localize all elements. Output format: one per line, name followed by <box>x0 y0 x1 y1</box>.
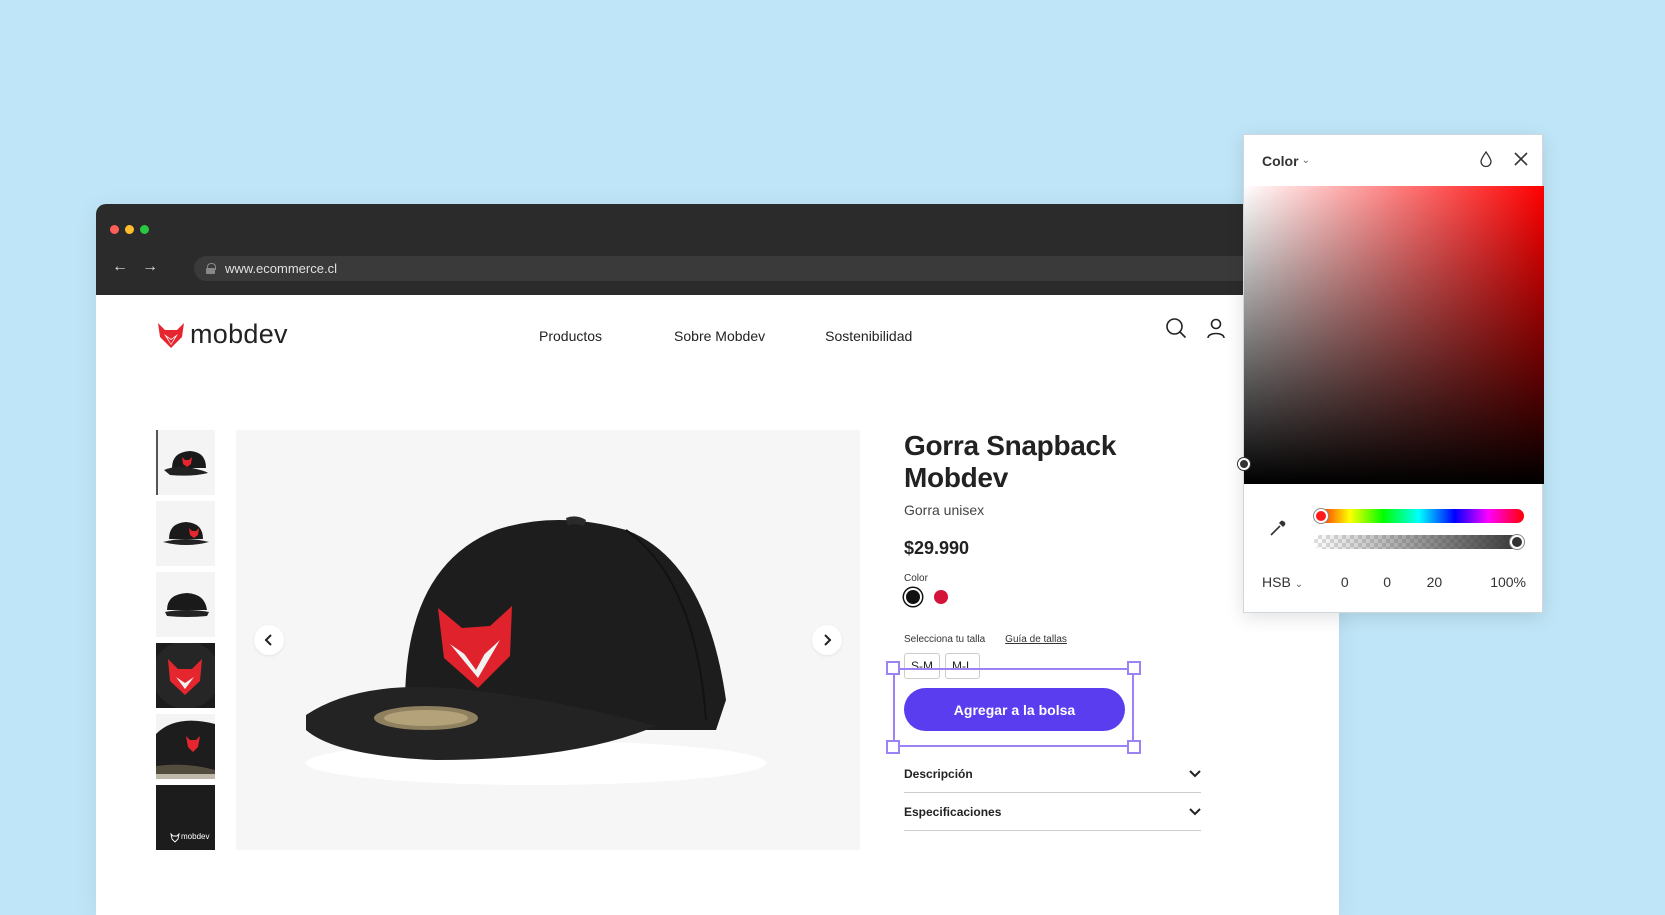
cap-product-image <box>306 516 766 785</box>
resize-handle-top-right[interactable] <box>1127 661 1141 675</box>
chevron-down-icon <box>1189 807 1201 815</box>
main-nav: Productos Sobre Mobdev Sostenibilidad <box>539 328 912 344</box>
color-swatches <box>904 590 1224 604</box>
saturation-brightness-area[interactable] <box>1238 186 1544 484</box>
product-subtitle: Gorra unisex <box>904 502 985 518</box>
brightness-value[interactable]: 20 <box>1412 574 1457 590</box>
hue-value[interactable]: 0 <box>1327 574 1362 590</box>
chevron-down-icon <box>1189 769 1201 777</box>
resize-handle-top-left[interactable] <box>886 661 900 675</box>
resize-handle-bottom-right[interactable] <box>1127 740 1141 754</box>
search-icon[interactable] <box>1165 317 1187 339</box>
color-mode-select[interactable]: HSB ⌄ <box>1262 574 1327 590</box>
accordion-descripcion[interactable]: Descripción <box>904 755 1201 793</box>
thumbnail-1[interactable] <box>156 430 215 495</box>
size-label: Selecciona tu talla <box>904 634 986 645</box>
chevron-down-icon[interactable]: ⌄ <box>1302 155 1310 166</box>
thumbnail-5[interactable] <box>156 714 215 779</box>
swatch-red[interactable] <box>934 590 948 604</box>
chevron-down-icon: ⌄ <box>1294 579 1304 590</box>
color-picker-panel: Color ⌄ HSB ⌄ 0 0 20 100% <box>1238 134 1544 613</box>
window-controls <box>110 225 149 234</box>
close-window-dot[interactable] <box>110 225 119 234</box>
close-icon[interactable] <box>1514 152 1528 166</box>
size-row: Selecciona tu talla Guía de tallas <box>904 634 1224 645</box>
thumbnail-list: mobdev <box>156 430 215 850</box>
fox-mini-icon <box>170 833 180 843</box>
picker-values: HSB ⌄ 0 0 20 100% <box>1262 574 1526 590</box>
cap-closeup-icon <box>156 643 215 708</box>
opacity-knob[interactable] <box>1510 535 1524 549</box>
cap-side-icon <box>156 720 215 779</box>
chevron-right-icon <box>824 634 832 646</box>
cap-thumbnail-icon <box>164 592 209 617</box>
nav-item-sostenibilidad[interactable]: Sostenibilidad <box>825 328 912 344</box>
chevron-left-icon <box>264 634 272 646</box>
accordion-label: Descripción <box>904 766 973 781</box>
thumbnail-logo-text: mobdev <box>181 832 210 841</box>
forward-arrow-icon[interactable]: → <box>142 258 158 276</box>
thumbnail-4[interactable] <box>156 643 215 708</box>
resize-handle-bottom-left[interactable] <box>886 740 900 754</box>
thumbnail-3[interactable] <box>156 572 215 637</box>
product-price: $29.990 <box>904 538 970 558</box>
accordion-label: Especificaciones <box>904 804 1002 819</box>
picker-header-icons <box>1480 151 1528 167</box>
browser-nav: ← → <box>112 258 158 276</box>
picker-title[interactable]: Color <box>1262 153 1299 169</box>
drop-icon[interactable] <box>1480 151 1492 167</box>
header-icons <box>1165 317 1227 339</box>
next-image-button[interactable] <box>812 625 842 655</box>
product-info: Gorra Snapback Mobdev Gorra unisex $29.9… <box>904 430 1224 679</box>
user-icon[interactable] <box>1205 317 1227 339</box>
picker-header: Color ⌄ <box>1244 135 1542 186</box>
hue-slider[interactable] <box>1314 509 1524 523</box>
size-guide-link[interactable]: Guía de tallas <box>1005 634 1067 645</box>
nav-item-sobre-mobdev[interactable]: Sobre Mobdev <box>674 328 765 344</box>
lock-icon <box>206 263 216 274</box>
opacity-value[interactable]: 100% <box>1457 574 1526 590</box>
cap-thumbnail-icon <box>163 450 208 476</box>
url-text: www.ecommerce.cl <box>225 261 337 276</box>
saturation-value[interactable]: 0 <box>1362 574 1411 590</box>
eyedropper-icon[interactable] <box>1268 518 1288 538</box>
color-mode-label: HSB <box>1262 574 1291 590</box>
cap-thumbnail-icon <box>162 521 209 545</box>
maximize-window-dot[interactable] <box>140 225 149 234</box>
thumbnail-6[interactable]: mobdev <box>156 785 215 850</box>
minimize-window-dot[interactable] <box>125 225 134 234</box>
fox-logo-icon <box>158 322 184 348</box>
site-header: mobdev Productos Sobre Mobdev Sostenibil… <box>96 295 1339 375</box>
accordion-especificaciones[interactable]: Especificaciones <box>904 793 1201 831</box>
nav-item-productos[interactable]: Productos <box>539 328 602 344</box>
opacity-slider[interactable] <box>1314 535 1524 549</box>
back-arrow-icon[interactable]: ← <box>112 258 128 276</box>
thumbnail-2[interactable] <box>156 501 215 566</box>
logo[interactable]: mobdev <box>156 319 288 350</box>
main-product-image <box>236 430 860 850</box>
swatch-black[interactable] <box>906 590 920 604</box>
address-bar[interactable]: www.ecommerce.cl <box>194 256 1329 281</box>
logo-text: mobdev <box>190 319 288 349</box>
hue-knob[interactable] <box>1314 509 1328 523</box>
prev-image-button[interactable] <box>254 625 284 655</box>
browser-chrome: ← → www.ecommerce.cl <box>96 204 1339 295</box>
product-title: Gorra Snapback Mobdev <box>904 430 1117 493</box>
color-label: Color <box>904 573 928 584</box>
add-to-bag-button[interactable]: Agregar a la bolsa <box>904 688 1125 731</box>
saturation-knob[interactable] <box>1238 458 1250 470</box>
